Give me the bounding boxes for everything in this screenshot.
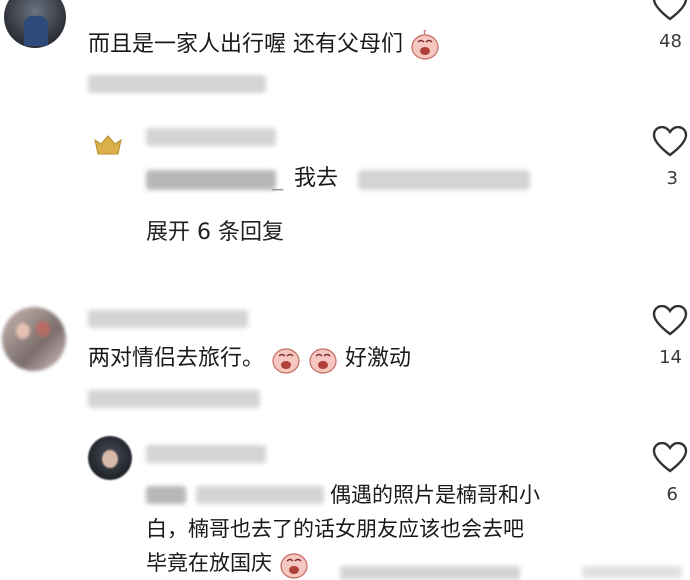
mention <box>146 170 276 190</box>
comment-username <box>88 310 248 328</box>
reply-username <box>146 128 276 146</box>
heart-outline-icon[interactable] <box>652 126 688 158</box>
reply-avatar[interactable] <box>88 436 132 480</box>
like-count: 14 <box>659 347 682 368</box>
comment-text: 两对情侣去旅行。 好激动 <box>88 344 411 374</box>
reply-meta <box>358 170 530 190</box>
crying-face-emoji <box>272 348 300 374</box>
like-count: 3 <box>666 168 678 189</box>
expand-replies-button[interactable]: 展开 6 条回复 <box>146 214 284 246</box>
comment-meta <box>88 390 260 408</box>
crying-face-emoji <box>411 30 439 60</box>
heart-outline-icon[interactable] <box>652 442 688 474</box>
heart-outline-icon[interactable] <box>652 0 688 22</box>
crying-face-emoji <box>309 348 337 374</box>
like-count: 6 <box>666 484 678 505</box>
watermark <box>582 566 682 578</box>
crying-face-emoji <box>280 553 308 579</box>
crown-icon <box>94 135 122 155</box>
reply-avatar[interactable] <box>93 134 123 156</box>
avatar[interactable] <box>2 307 66 371</box>
comment-meta <box>88 75 266 93</box>
reply-text: 偶遇的照片是楠哥和小 白，楠哥也去了的话女朋友应该也会去吧 毕竟在放国庆 <box>146 478 626 580</box>
reply-username <box>146 445 266 463</box>
like-count: 48 <box>659 31 682 52</box>
comment-text: 而且是一家人出行喔 还有父母们 <box>88 30 440 60</box>
avatar[interactable] <box>4 0 66 48</box>
reply-text: _ 我去 <box>272 166 339 191</box>
heart-outline-icon[interactable] <box>652 305 688 337</box>
